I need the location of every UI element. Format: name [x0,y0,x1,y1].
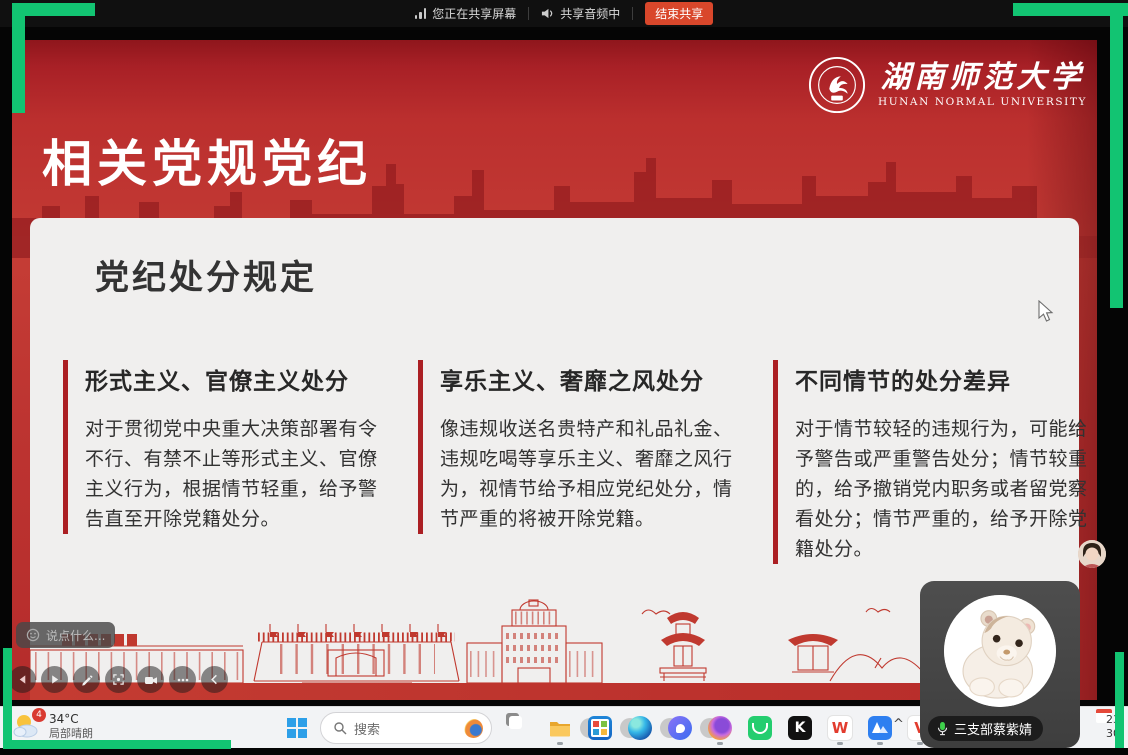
column-title: 享乐主义、奢靡之风处分 [440,362,738,396]
start-button[interactable] [284,715,310,741]
smiley-icon [26,628,40,642]
taskbar-search[interactable]: 搜索 [320,712,492,744]
taskbar-app-wps[interactable]: W [827,715,853,741]
participant-avatar [944,595,1056,707]
chat-input[interactable]: 说点什么... [16,622,115,648]
green-shop-icon [748,716,772,740]
orange-browser-icon [708,716,732,740]
column-title: 不同情节的处分差异 [795,362,1093,396]
weather-alert-badge: 4 [32,708,46,722]
share-border-top-right-v [1110,3,1123,308]
panel-heading: 党纪处分规定 [95,250,317,299]
mic-on-icon [936,721,949,736]
presenter-controls [9,666,228,693]
laser-pointer-button[interactable] [105,666,132,693]
search-icon [333,721,347,735]
play-button[interactable] [41,666,68,693]
taskbar-app-file-explorer[interactable] [547,715,573,741]
taskbar-app-k[interactable]: K [787,715,813,741]
search-highlight-image [464,719,483,738]
share-border-bottom-h [3,740,231,749]
university-seal-icon [808,56,866,114]
sharing-status: 您正在共享屏幕 [415,5,517,22]
share-border-top-left-v [12,3,25,113]
column-severity: 不同情节的处分差异 对于情节较轻的违规行为，可能给予警告或严重警告处分；情节较重… [773,360,1093,564]
shared-screen: 您正在共享屏幕 共享音频中 结束共享 湖南师范 [0,0,1128,755]
chat-placeholder: 说点什么... [46,627,105,644]
sharing-status-text: 您正在共享屏幕 [432,5,516,22]
previous-button[interactable] [9,666,36,693]
participant-video-tile[interactable]: 三支部蔡紫婧 [920,581,1080,748]
more-button[interactable] [169,666,196,693]
topbar-divider [632,7,633,20]
university-name: 湖南师范大学 HUNAN NORMAL UNIVERSITY [878,62,1087,109]
annotate-pen-button[interactable] [73,666,100,693]
taskbar-app-microsoft-store[interactable] [587,715,613,741]
hamster-avatar-image [944,595,1056,707]
taskbar-app-blue-docs[interactable] [867,715,893,741]
windows-logo-icon [287,718,307,738]
university-name-cn: 湖南师范大学 [880,62,1084,94]
taskbar-apps: K W V [500,715,940,741]
weather-text: 34°C 局部晴朗 [49,712,93,741]
collapse-toolbar-button[interactable] [201,666,228,693]
speaker-icon [541,7,554,20]
weather-temperature: 34°C [49,712,93,727]
camera-button[interactable] [137,666,164,693]
taskbar-center: 搜索 [284,712,940,744]
k-app-icon: K [788,716,812,740]
mouse-cursor [1038,300,1055,323]
blue-docs-icon [868,716,892,740]
column-body: 像违规收送名贵特产和礼品礼金、违规吃喝等享乐主义、奢靡之风行为，视情节给予相应党… [440,414,738,534]
folder-icon [548,716,572,740]
university-logo: 湖南师范大学 HUNAN NORMAL UNIVERSITY [808,56,1087,114]
participant-name: 三支部蔡紫婧 [954,719,1032,738]
participant-name-pill: 三支部蔡紫婧 [928,716,1043,741]
column-hedonism: 享乐主义、奢靡之风处分 像违规收送名贵特产和礼品礼金、违规吃喝等享乐主义、奢靡之… [418,360,738,534]
weather-widget[interactable]: 4 34°C 局部晴朗 [12,711,93,741]
share-border-bottom-left-v [3,648,12,747]
search-placeholder: 搜索 [354,719,457,738]
topbar-divider [528,7,529,20]
wps-office-icon: W [827,715,853,741]
taskbar-app-task-view[interactable] [507,715,533,741]
column-body: 对于贯彻党中央重大决策部署有令不行、有禁不止等形式主义、官僚主义行为，根据情节轻… [85,414,383,534]
chat-app-icon [668,716,692,740]
edge-browser-icon [628,716,652,740]
signal-bars-icon [415,8,427,19]
taskbar-app-edge[interactable] [627,715,653,741]
university-name-en: HUNAN NORMAL UNIVERSITY [878,96,1087,108]
column-body: 对于情节较轻的违规行为，可能给予警告或严重警告处分；情节较重的，给予撤销党内职务… [795,414,1093,564]
taskbar-app-green-shop[interactable] [747,715,773,741]
audio-status-text: 共享音频中 [560,5,620,22]
participant-mini-avatar[interactable] [1078,540,1106,568]
store-icon [588,716,612,740]
share-border-bottom-right-v [1115,652,1124,748]
end-share-button[interactable]: 结束共享 [645,2,713,25]
tray-show-hidden-icons[interactable]: ^ [893,717,904,732]
taskbar-app-chat[interactable] [667,715,693,741]
screen-share-topbar: 您正在共享屏幕 共享音频中 结束共享 [0,0,1128,27]
taskbar-app-browser-orange[interactable] [707,715,733,741]
weather-condition: 局部晴朗 [49,727,93,741]
audio-sharing-status: 共享音频中 [541,5,620,22]
weather-icon: 4 [12,711,42,741]
slide-title: 相关党规党纪 [42,124,372,196]
column-title: 形式主义、官僚主义处分 [85,362,383,396]
column-formalism: 形式主义、官僚主义处分 对于贯彻党中央重大决策部署有令不行、有禁不止等形式主义、… [63,360,383,534]
